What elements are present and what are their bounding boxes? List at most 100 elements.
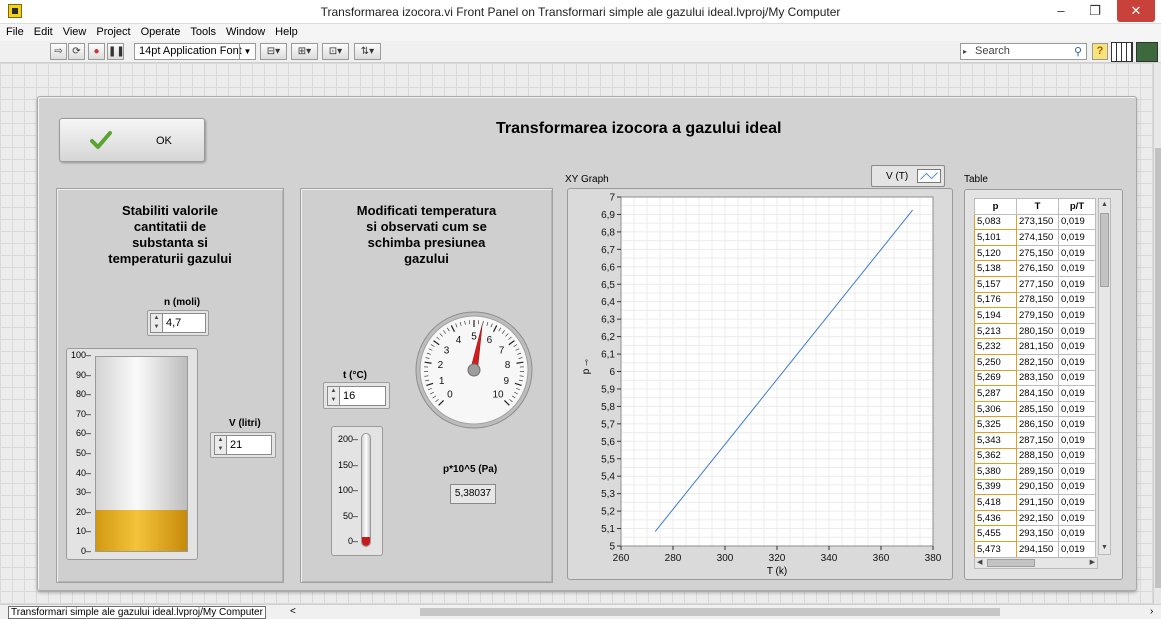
table-cell[interactable]: 5,473: [974, 541, 1017, 558]
table-cell[interactable]: 5,194: [974, 307, 1017, 324]
table-cell[interactable]: 279,150: [1016, 307, 1059, 324]
table-cell[interactable]: 0,019: [1058, 416, 1096, 433]
table-cell[interactable]: 288,150: [1016, 447, 1059, 465]
table-cell[interactable]: 5,287: [974, 385, 1017, 402]
table-row[interactable]: 5,436 292,150 0,019: [974, 509, 1096, 527]
ok-button[interactable]: OK: [59, 118, 205, 162]
thermometer[interactable]: [361, 433, 371, 547]
menu-project[interactable]: Project: [90, 24, 134, 38]
table-cell[interactable]: 0,019: [1058, 385, 1096, 402]
scroll-left-icon[interactable]: ◀: [977, 558, 982, 568]
table-cell[interactable]: 0,019: [1058, 525, 1096, 543]
table-cell[interactable]: 0,019: [1058, 509, 1096, 527]
table-cell[interactable]: 5,083: [974, 213, 1017, 231]
table-cell[interactable]: 5,399: [974, 478, 1017, 496]
table-cell[interactable]: 286,150: [1016, 416, 1059, 433]
v-stepper[interactable]: ▲ ▼: [215, 436, 227, 454]
reorder-icon[interactable]: ⇅▾: [354, 43, 381, 60]
run-continuously-icon[interactable]: ⟳: [68, 43, 85, 60]
table-row[interactable]: 5,343 287,150 0,019: [974, 431, 1096, 449]
table-cell[interactable]: 5,101: [974, 229, 1017, 246]
table-cell[interactable]: 0,019: [1058, 229, 1096, 246]
scroll-up-icon[interactable]: ▲: [1099, 199, 1110, 211]
t-stepper[interactable]: ▲ ▼: [328, 387, 340, 405]
table-row[interactable]: 5,399 290,150 0,019: [974, 478, 1096, 496]
table-scroll-thumb[interactable]: [1100, 213, 1109, 287]
menu-operate[interactable]: Operate: [135, 24, 185, 38]
n-stepper[interactable]: ▲ ▼: [151, 314, 163, 332]
table-cell[interactable]: 283,150: [1016, 369, 1059, 387]
table-row[interactable]: 5,157 277,150 0,019: [974, 275, 1096, 293]
table-cell[interactable]: 282,150: [1016, 353, 1059, 371]
data-table[interactable]: p T p/T 5,083 273,150 0,019 5,101 274,150 0,0…: [974, 198, 1096, 558]
table-hscroll-thumb[interactable]: [987, 559, 1035, 567]
menu-edit[interactable]: Edit: [28, 24, 57, 38]
abort-icon[interactable]: ●: [88, 43, 105, 60]
table-row[interactable]: 5,269 283,150 0,019: [974, 369, 1096, 387]
table-row[interactable]: 5,083 273,150 0,019: [974, 213, 1096, 231]
menu-window[interactable]: Window: [220, 24, 269, 38]
resize-objects-icon[interactable]: ⊡▾: [322, 43, 349, 60]
table-cell[interactable]: 5,306: [974, 400, 1017, 418]
menu-help[interactable]: Help: [269, 24, 302, 38]
volume-tank[interactable]: [95, 356, 188, 552]
table-cell[interactable]: 275,150: [1016, 244, 1059, 262]
table-row[interactable]: 5,213 280,150 0,019: [974, 322, 1096, 340]
menu-view[interactable]: View: [57, 24, 91, 38]
run-arrow-icon[interactable]: ⇨: [50, 43, 67, 60]
table-cell[interactable]: 5,269: [974, 369, 1017, 387]
table-row[interactable]: 5,380 289,150 0,019: [974, 463, 1096, 480]
status-scroll-left[interactable]: <: [290, 606, 296, 617]
table-row[interactable]: 5,418 291,150 0,019: [974, 494, 1096, 511]
n-input[interactable]: ▲ ▼ 4,7: [150, 313, 206, 333]
table-cell[interactable]: 5,232: [974, 338, 1017, 355]
table-cell[interactable]: 281,150: [1016, 338, 1059, 355]
table-cell[interactable]: 0,019: [1058, 478, 1096, 496]
minimize-button[interactable]: –: [1045, 0, 1077, 22]
table-row[interactable]: 5,455 293,150 0,019: [974, 525, 1096, 543]
table-row[interactable]: 5,473 294,150 0,019: [974, 541, 1096, 558]
t-input[interactable]: ▲ ▼ 16: [327, 386, 386, 406]
vi-icon[interactable]: [1136, 42, 1158, 62]
table-cell[interactable]: 287,150: [1016, 431, 1059, 449]
table-row[interactable]: 5,250 282,150 0,019: [974, 353, 1096, 371]
horizontal-scroll-thumb[interactable]: [420, 608, 1000, 616]
table-cell[interactable]: 5,343: [974, 431, 1017, 449]
table-row[interactable]: 5,120 275,150 0,019: [974, 244, 1096, 262]
table-cell[interactable]: 292,150: [1016, 509, 1059, 527]
table-cell[interactable]: 0,019: [1058, 369, 1096, 387]
table-cell[interactable]: 5,455: [974, 525, 1017, 543]
table-cell[interactable]: 294,150: [1016, 541, 1059, 558]
scroll-down-icon[interactable]: ▼: [1099, 542, 1110, 554]
scroll-right-icon[interactable]: ›: [1150, 606, 1153, 617]
table-cell[interactable]: 0,019: [1058, 244, 1096, 262]
table-cell[interactable]: 284,150: [1016, 385, 1059, 402]
table-row[interactable]: 5,287 284,150 0,019: [974, 385, 1096, 402]
close-button[interactable]: ✕: [1117, 0, 1155, 22]
table-cell[interactable]: 5,250: [974, 353, 1017, 371]
scroll-thumb[interactable]: [1155, 148, 1161, 588]
table-cell[interactable]: 0,019: [1058, 275, 1096, 293]
table-cell[interactable]: 0,019: [1058, 447, 1096, 465]
table-cell[interactable]: 0,019: [1058, 322, 1096, 340]
table-cell[interactable]: 273,150: [1016, 213, 1059, 231]
maximize-button[interactable]: ❐: [1079, 0, 1111, 22]
project-path[interactable]: Transformari simple ale gazului ideal.lv…: [8, 606, 266, 619]
table-cell[interactable]: 5,157: [974, 275, 1017, 293]
table-cell[interactable]: 274,150: [1016, 229, 1059, 246]
table-cell[interactable]: 0,019: [1058, 463, 1096, 480]
table-row[interactable]: 5,138 276,150 0,019: [974, 260, 1096, 277]
table-cell[interactable]: 278,150: [1016, 291, 1059, 309]
font-select[interactable]: 14pt Application Font ▼: [134, 43, 256, 60]
table-cell[interactable]: 5,213: [974, 322, 1017, 340]
table-cell[interactable]: 0,019: [1058, 213, 1096, 231]
table-horizontal-scrollbar[interactable]: ◀ ▶: [974, 557, 1098, 569]
table-cell[interactable]: 0,019: [1058, 260, 1096, 277]
table-vertical-scrollbar[interactable]: ▲ ▼: [1098, 198, 1111, 555]
table-cell[interactable]: 0,019: [1058, 541, 1096, 558]
menu-file[interactable]: File: [0, 24, 28, 38]
table-cell[interactable]: 5,418: [974, 494, 1017, 511]
connector-pane-icon[interactable]: [1111, 42, 1133, 62]
plot-legend[interactable]: V (T): [871, 165, 945, 187]
table-cell[interactable]: 5,138: [974, 260, 1017, 277]
